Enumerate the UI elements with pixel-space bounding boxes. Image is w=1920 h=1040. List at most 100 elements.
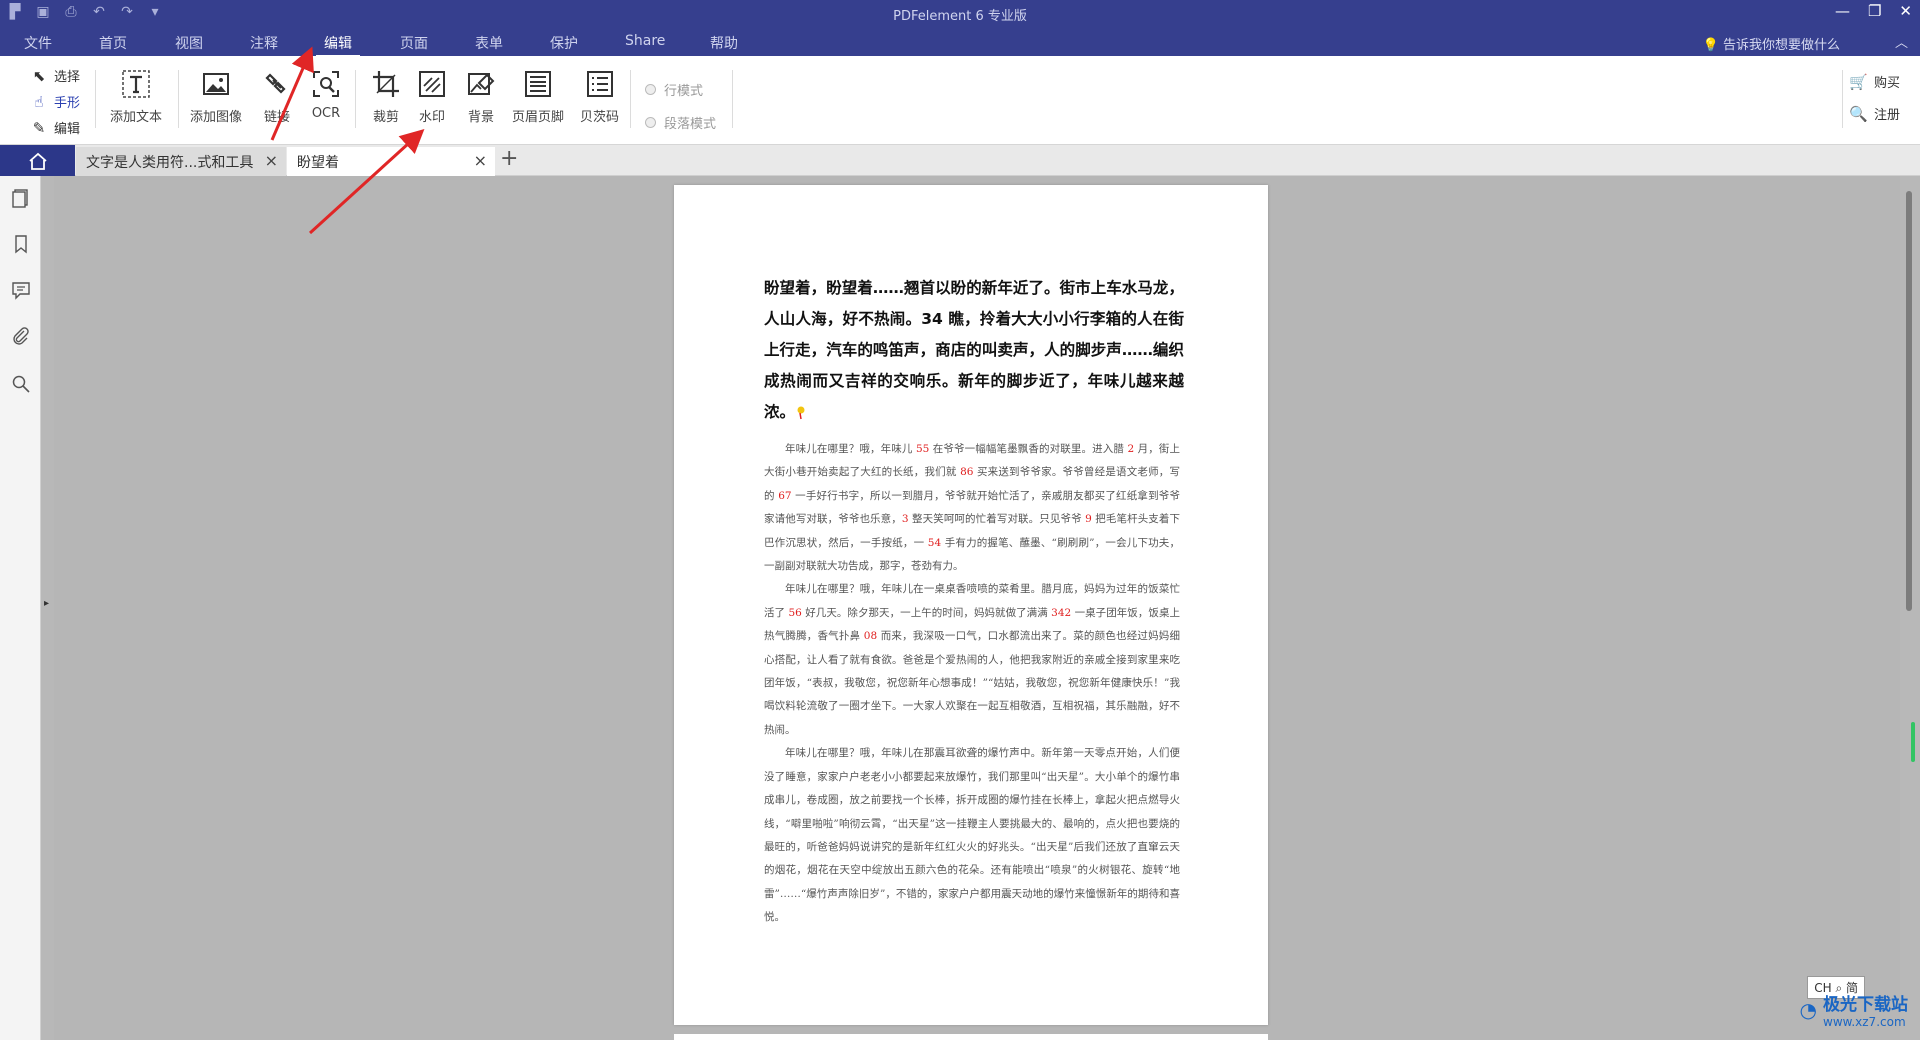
scroll-indicator [1911,722,1915,762]
home-icon [28,152,47,170]
tab-page[interactable]: 页面 [400,33,428,53]
image-icon [200,68,232,100]
header-footer-label: 页眉页脚 [512,110,565,125]
watermark-url: www.xz7.com [1823,1015,1906,1029]
document-tab-title: 盼望着 [297,154,339,171]
select-mode-button[interactable]: ⬉ 选择 [30,66,81,86]
left-sidebar [0,176,41,1040]
menu-bar: 文件 首页 视图 注释 编辑 页面 表单 保护 Share 帮助 💡 告诉我你想… [0,27,1920,58]
tab-help[interactable]: 帮助 [710,33,738,53]
tab-file[interactable]: 文件 [24,33,52,53]
separator [1842,70,1843,128]
paragraph-mode-radio[interactable]: 段落模式 [645,113,716,132]
buy-label: 购买 [1873,76,1900,91]
add-text-icon [120,68,152,100]
close-tab-icon[interactable]: × [265,151,278,170]
tell-me-search[interactable]: 💡 告诉我你想要做什么 [1703,34,1840,53]
watermark-logo-icon: ◔ [1799,997,1817,1022]
radio-dot [645,117,656,128]
tab-home[interactable]: 首页 [99,33,127,53]
tab-edit[interactable]: 编辑 [316,33,360,58]
site-watermark: ◔ 极光下载站 www.xz7.com [1800,990,1908,1029]
tell-me-label: 告诉我你想要做什么 [1722,38,1840,53]
register-label: 注册 [1873,108,1900,123]
crop-icon [370,68,402,100]
header-footer-icon [522,68,554,100]
page-heading[interactable]: 盼望着，盼望着……翘首以盼的新年近了。街市上车水马龙，人山人海，好不热闹。34 … [764,273,1184,428]
ocr-button[interactable]: OCR [310,68,342,121]
sidebar-expand-icon[interactable]: ▸ [44,598,49,609]
tab-protect[interactable]: 保护 [550,33,578,53]
attachment-icon[interactable] [11,326,31,346]
radio-dot [645,84,656,95]
crop-button[interactable]: 裁剪 [370,68,402,125]
collapse-ribbon-icon[interactable]: ︿ [1895,32,1908,51]
vertical-scrollbar[interactable] [1906,191,1912,611]
edit-icon: ✎ [32,118,46,137]
home-tab[interactable] [0,145,75,176]
add-image-label: 添加图像 [190,110,243,125]
close-tab-icon[interactable]: × [474,151,487,170]
cart-icon: 🛒 [1849,72,1868,91]
add-text-button[interactable]: 添加文本 [110,68,162,125]
paragraph-mode-label: 段落模式 [664,117,717,132]
close-icon[interactable]: ✕ [1899,2,1912,20]
window-title: PDFelement 6 专业版 [893,9,1027,24]
title-bar: ▛ ▣ ⎙ ↶ ↷ ▾ PDFelement 6 专业版 — ❐ ✕ [0,0,1920,27]
line-mode-radio[interactable]: 行模式 [645,80,703,99]
edit-mode-label: 编辑 [54,122,81,137]
line-mode-label: 行模式 [664,84,704,99]
next-pdf-page [674,1034,1268,1040]
key-icon: 🔍 [1849,104,1868,123]
document-tab-title: 文字是人类用符...式和工具 [86,154,254,171]
background-label: 背景 [467,110,494,125]
link-button[interactable]: 链接 [261,68,293,125]
paragraph: 年味儿在哪里？哦，年味儿在一桌桌香喷喷的菜肴里。腊月底，妈妈为过年的饭菜忙活了 … [764,583,1180,736]
document-canvas[interactable]: 盼望着，盼望着……翘首以盼的新年近了。街市上车水马龙，人山人海，好不热闹。34 … [54,176,1900,1040]
background-button[interactable]: 背景 [465,68,497,125]
add-text-label: 添加文本 [110,110,163,125]
separator [355,70,356,128]
select-mode-label: 选择 [54,70,81,85]
link-label: 链接 [263,110,290,125]
maximize-icon[interactable]: ❐ [1868,2,1881,20]
bates-number-button[interactable]: 贝茨码 [580,68,619,125]
paragraph: 年味儿在哪里？哦，年味儿 55 在爷爷一幅幅笔墨飘香的对联里。进入腊 2 月，街… [764,443,1181,573]
thumbnails-icon[interactable] [11,188,31,208]
watermark-label: 水印 [418,110,445,125]
comment-icon[interactable] [11,280,31,300]
edit-mode-button[interactable]: ✎ 编辑 [30,118,81,138]
new-tab-icon[interactable]: + [500,146,518,171]
add-image-button[interactable]: 添加图像 [190,68,242,125]
page-body[interactable]: 年味儿在哪里？哦，年味儿 55 在爷爷一幅幅笔墨飘香的对联里。进入腊 2 月，街… [764,438,1180,930]
tab-comment[interactable]: 注释 [250,33,278,53]
bookmark-icon[interactable] [11,234,31,254]
ribbon: ⬉ 选择 ☝ 手形 ✎ 编辑 添加文本 添加图像 链接 OCR 裁剪 水印 背景 [0,56,1920,145]
separator [95,70,96,128]
heading-text: 盼望着，盼望着……翘首以盼的新年近了。街市上车水马龙，人山人海，好不热闹。34 … [764,279,1184,421]
pdf-page[interactable]: 盼望着，盼望着……翘首以盼的新年近了。街市上车水马龙，人山人海，好不热闹。34 … [674,185,1268,1025]
register-button[interactable]: 🔍 注册 [1849,104,1900,124]
ocr-icon [310,68,342,100]
header-footer-button[interactable]: 页眉页脚 [512,68,564,125]
tab-share[interactable]: Share [625,33,665,49]
tab-view[interactable]: 视图 [175,33,203,53]
document-tab[interactable]: 文字是人类用符...式和工具 × [76,147,286,176]
separator [630,70,631,128]
search-icon[interactable] [11,374,31,394]
buy-button[interactable]: 🛒 购买 [1849,72,1900,92]
background-icon [465,68,497,100]
hand-icon: ☝ [34,92,44,111]
watermark-button[interactable]: 水印 [416,68,448,125]
separator [732,70,733,128]
separator [178,70,179,128]
cursor-icon: ⬉ [32,66,46,85]
hand-mode-button[interactable]: ☝ 手形 [30,92,80,112]
document-tab-active[interactable]: 盼望着 × [287,147,495,176]
note-annotation-icon[interactable] [795,406,807,420]
minimize-icon[interactable]: — [1835,2,1850,20]
lightbulb-icon: 💡 [1702,38,1719,53]
tab-form[interactable]: 表单 [475,33,503,53]
crop-label: 裁剪 [372,110,399,125]
bates-label: 贝茨码 [580,110,620,125]
